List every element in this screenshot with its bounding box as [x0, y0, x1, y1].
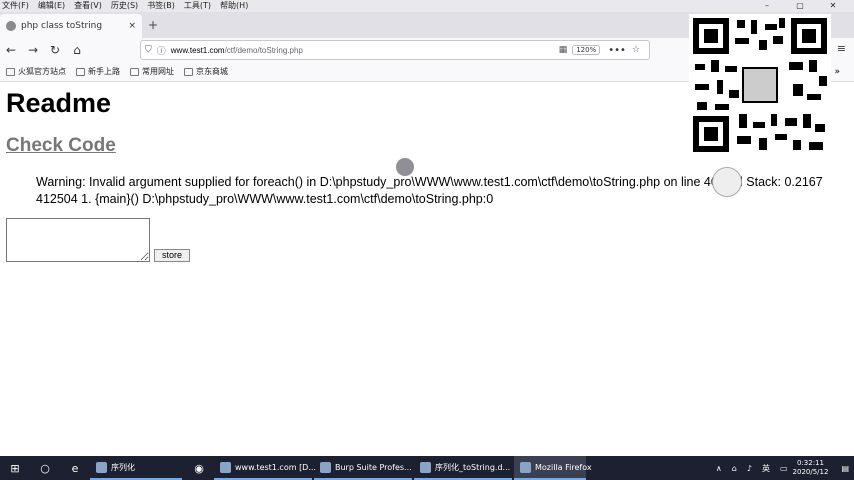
firefox-icon [520, 461, 531, 473]
ime-indicator[interactable]: 英 [762, 463, 770, 474]
clock-time: 0:32:11 [796, 459, 824, 467]
qr-code-icon[interactable]: ▦ [559, 45, 568, 55]
bookmark-item[interactable]: 常用网址 [130, 66, 174, 77]
network-icon[interactable]: ⌂ [732, 464, 737, 473]
media-player-icon[interactable]: ◉ [184, 456, 214, 480]
reload-button[interactable]: ↻ [44, 43, 66, 57]
menu-tools[interactable]: 工具(T) [184, 0, 211, 12]
url-bar[interactable]: ⛉ ⓘ www.test1.com/ctf/demo/toString.php … [140, 40, 650, 60]
taskbar: ⊞ ○ e 序列化 ◉ www.test1.com [D... Burp Sui… [0, 456, 854, 480]
shield-icon[interactable]: ⛉ [145, 45, 152, 55]
taskbar-app-active[interactable]: Mozilla Firefox [514, 456, 592, 480]
app-icon [320, 461, 331, 473]
menu-view[interactable]: 查看(V) [74, 0, 102, 12]
mouse-cursor-highlight [396, 158, 414, 176]
maximize-icon[interactable]: ▢ [788, 0, 812, 12]
tab-active[interactable]: php class toString × [0, 14, 142, 38]
input-textarea[interactable] [6, 218, 150, 262]
close-window-icon[interactable]: ✕ [821, 0, 845, 12]
notifications-icon[interactable]: ▤ [841, 464, 849, 473]
bookmark-star-icon[interactable]: ☆ [632, 45, 640, 55]
page-actions-button[interactable]: ••• [608, 45, 626, 56]
bookmark-item[interactable]: 新手上路 [76, 66, 120, 77]
avatar [712, 167, 742, 197]
app-icon [420, 461, 431, 473]
clock-date: 2020/5/12 [792, 468, 829, 476]
taskbar-app[interactable]: Burp Suite Profes... [314, 456, 412, 480]
system-tray: ∧ ⌂ ♪ 英 ▭ 0:32:11 2020/5/12 ▤ [711, 456, 854, 480]
forward-button[interactable]: → [22, 43, 44, 57]
search-icon[interactable]: ○ [30, 456, 60, 480]
taskbar-app[interactable]: 序列化_toString.d... [414, 456, 512, 480]
tab-title: php class toString [21, 21, 103, 31]
minimize-icon[interactable]: – [755, 0, 779, 12]
edge-icon[interactable]: e [60, 456, 90, 480]
tab-close-icon[interactable]: × [128, 21, 136, 31]
volume-icon[interactable]: ♪ [747, 464, 752, 473]
store-button[interactable]: store [154, 249, 190, 262]
menu-help[interactable]: 帮助(H) [220, 0, 248, 12]
bookmark-item[interactable]: 火狐官方站点 [6, 66, 66, 77]
clock[interactable]: 0:32:11 2020/5/12 [793, 459, 829, 477]
app-menu-button[interactable]: ≡ [837, 42, 846, 55]
menu-bookmarks[interactable]: 书签(B) [147, 0, 175, 12]
window-controls: – ▢ ✕ [755, 0, 854, 12]
overflow-chevron-icon[interactable]: » [834, 67, 840, 77]
bookmark-item[interactable]: 京东商城 [184, 66, 228, 77]
check-code-link[interactable]: Check Code [6, 135, 116, 157]
qr-code-icon [693, 18, 827, 152]
taskbar-app[interactable]: 序列化 [90, 456, 182, 480]
folder-icon [130, 67, 139, 76]
keyboard-icon[interactable]: ▭ [780, 464, 788, 473]
tab-favicon-icon [6, 21, 16, 31]
folder-icon [6, 67, 15, 76]
qr-code-overlay [689, 14, 831, 156]
tray-chevron-icon[interactable]: ∧ [716, 464, 722, 473]
page-title: Readme [6, 88, 112, 118]
menu-bar: 文件(F) 编辑(E) 查看(V) 历史(S) 书签(B) 工具(T) 帮助(H… [0, 0, 854, 12]
menu-history[interactable]: 历史(S) [111, 0, 138, 12]
folder-icon [76, 67, 85, 76]
info-icon[interactable]: ⓘ [157, 44, 166, 57]
windows-start-icon[interactable]: ⊞ [0, 456, 30, 480]
new-tab-button[interactable]: + [148, 18, 158, 32]
folder-icon [184, 67, 193, 76]
url-text[interactable]: www.test1.com/ctf/demo/toString.php [171, 46, 559, 55]
home-button[interactable]: ⌂ [66, 43, 88, 57]
app-icon [220, 461, 231, 473]
back-button[interactable]: ← [0, 43, 22, 57]
menu-file[interactable]: 文件(F) [2, 0, 29, 12]
app-icon [96, 461, 107, 473]
taskbar-app[interactable]: www.test1.com [D... [214, 456, 316, 480]
menu-edit[interactable]: 编辑(E) [38, 0, 65, 12]
zoom-indicator[interactable]: 120% [572, 45, 601, 55]
